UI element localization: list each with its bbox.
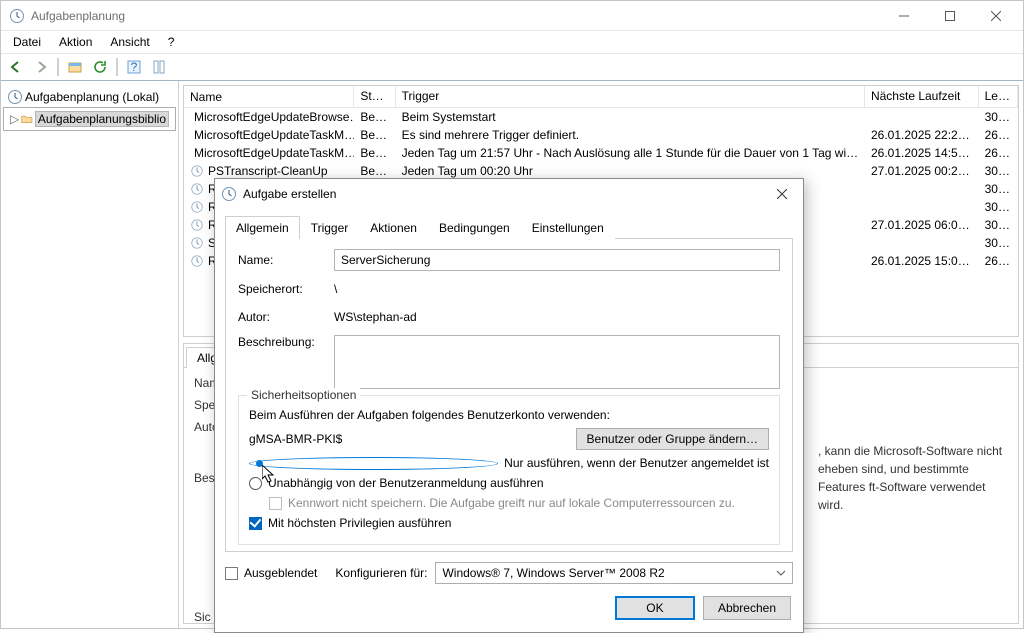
maximize-button[interactable] — [927, 2, 973, 30]
refresh-button[interactable] — [89, 56, 111, 78]
svg-text:?: ? — [131, 60, 138, 74]
tab-trigger[interactable]: Trigger — [300, 216, 360, 239]
account-value: gMSA-BMR-PKI$ — [249, 432, 576, 446]
location-label: Speicherort: — [238, 282, 334, 296]
checkbox-icon — [225, 567, 238, 580]
tab-panel-general: Name: Speicherort: \ Autor: WS\stephan-a… — [225, 238, 793, 552]
configure-for-label: Konfigurieren für: — [335, 566, 427, 580]
forward-button[interactable] — [30, 56, 52, 78]
dialog-tabs: Allgemein Trigger Aktionen Bedingungen E… — [215, 209, 803, 238]
tree-root[interactable]: Aufgabenplanung (Lokal) — [3, 87, 176, 107]
tool-icon-1[interactable] — [64, 56, 86, 78]
help-icon[interactable]: ? — [123, 56, 145, 78]
dialog-titlebar: Aufgabe erstellen — [215, 179, 803, 209]
dialog-title: Aufgabe erstellen — [243, 187, 336, 201]
clock-icon — [190, 254, 204, 268]
description-input[interactable] — [334, 335, 780, 389]
col-last[interactable]: Letzte — [979, 86, 1018, 107]
radio-only-logged[interactable]: Nur ausführen, wenn der Benutzer angemel… — [249, 456, 769, 470]
table-row[interactable]: MicrosoftEdgeUpdateTaskM…BereitEs sind m… — [184, 126, 1018, 144]
clock-icon — [190, 218, 204, 232]
radio-icon — [249, 477, 262, 490]
table-row[interactable]: MicrosoftEdgeUpdateBrowse…BereitBeim Sys… — [184, 108, 1018, 126]
col-status[interactable]: Status — [354, 86, 395, 107]
close-button[interactable] — [973, 2, 1019, 30]
tab-actions[interactable]: Aktionen — [359, 216, 428, 239]
toolbar: ? — [1, 53, 1023, 81]
author-label: Autor: — [238, 310, 334, 324]
table-row[interactable]: MicrosoftEdgeUpdateTaskM…BereitJeden Tag… — [184, 144, 1018, 162]
radio-icon — [249, 457, 498, 470]
configure-for-select[interactable]: Windows® 7, Windows Server™ 2008 R2 — [435, 562, 793, 584]
use-account-label: Beim Ausführen der Aufgaben folgendes Be… — [249, 408, 769, 422]
tab-conditions[interactable]: Bedingungen — [428, 216, 521, 239]
clock-icon — [7, 89, 23, 105]
expand-icon[interactable]: ▷ — [10, 112, 19, 126]
folder-icon — [21, 111, 33, 127]
clock-icon — [9, 8, 25, 24]
security-group: Sicherheitsoptionen Beim Ausführen der A… — [238, 395, 780, 545]
chk-highest-priv[interactable]: Mit höchsten Privilegien ausführen — [249, 516, 769, 530]
chk-hidden[interactable]: Ausgeblendet — [225, 566, 317, 580]
table-header: Name Status Trigger Nächste Laufzeit Let… — [184, 86, 1018, 108]
change-user-button[interactable]: Benutzer oder Gruppe ändern… — [576, 428, 769, 450]
tab-general[interactable]: Allgemein — [225, 216, 300, 239]
author-value: WS\stephan-ad — [334, 307, 417, 327]
cancel-button[interactable]: Abbrechen — [703, 596, 791, 620]
dialog-bottom-row: Ausgeblendet Konfigurieren für: Windows®… — [225, 560, 793, 586]
clock-icon — [221, 186, 237, 202]
create-task-dialog: Aufgabe erstellen Allgemein Trigger Akti… — [214, 178, 804, 633]
clock-icon — [190, 182, 204, 196]
name-input[interactable] — [334, 249, 780, 271]
clock-icon — [190, 164, 204, 178]
titlebar: Aufgabenplanung — [1, 1, 1023, 31]
checkbox-icon — [249, 517, 262, 530]
clock-icon — [190, 200, 204, 214]
detail-desc-text: , kann die Microsoft-Software nicht eheb… — [818, 442, 1008, 514]
col-name[interactable]: Name — [184, 86, 354, 107]
description-label: Beschreibung: — [238, 335, 334, 389]
back-button[interactable] — [5, 56, 27, 78]
tree-library[interactable]: ▷ Aufgabenplanungsbiblio — [3, 107, 176, 131]
menubar: Datei Aktion Ansicht ? — [1, 31, 1023, 53]
name-label: Name: — [238, 253, 334, 267]
col-trigger[interactable]: Trigger — [396, 86, 865, 107]
clock-icon — [190, 236, 204, 250]
tool-icon-2[interactable] — [148, 56, 170, 78]
col-next[interactable]: Nächste Laufzeit — [865, 86, 979, 107]
tab-settings[interactable]: Einstellungen — [521, 216, 615, 239]
security-legend: Sicherheitsoptionen — [247, 388, 360, 402]
tree-view[interactable]: Aufgabenplanung (Lokal) ▷ Aufgabenplanun… — [1, 81, 179, 628]
dialog-close-button[interactable] — [767, 182, 797, 206]
menu-help[interactable]: ? — [160, 33, 183, 51]
menu-view[interactable]: Ansicht — [102, 33, 157, 51]
ok-button[interactable]: OK — [615, 596, 695, 620]
location-value: \ — [334, 279, 337, 299]
chevron-down-icon — [776, 568, 786, 578]
checkbox-icon — [269, 497, 282, 510]
separator — [57, 58, 59, 76]
chk-nostore-password: Kennwort nicht speichern. Die Aufgabe gr… — [269, 496, 769, 510]
separator — [116, 58, 118, 76]
window-title: Aufgabenplanung — [31, 9, 881, 23]
radio-whether-logged[interactable]: Unabhängig von der Benutzeranmeldung aus… — [249, 476, 769, 490]
menu-file[interactable]: Datei — [5, 33, 49, 51]
minimize-button[interactable] — [881, 2, 927, 30]
menu-action[interactable]: Aktion — [51, 33, 100, 51]
